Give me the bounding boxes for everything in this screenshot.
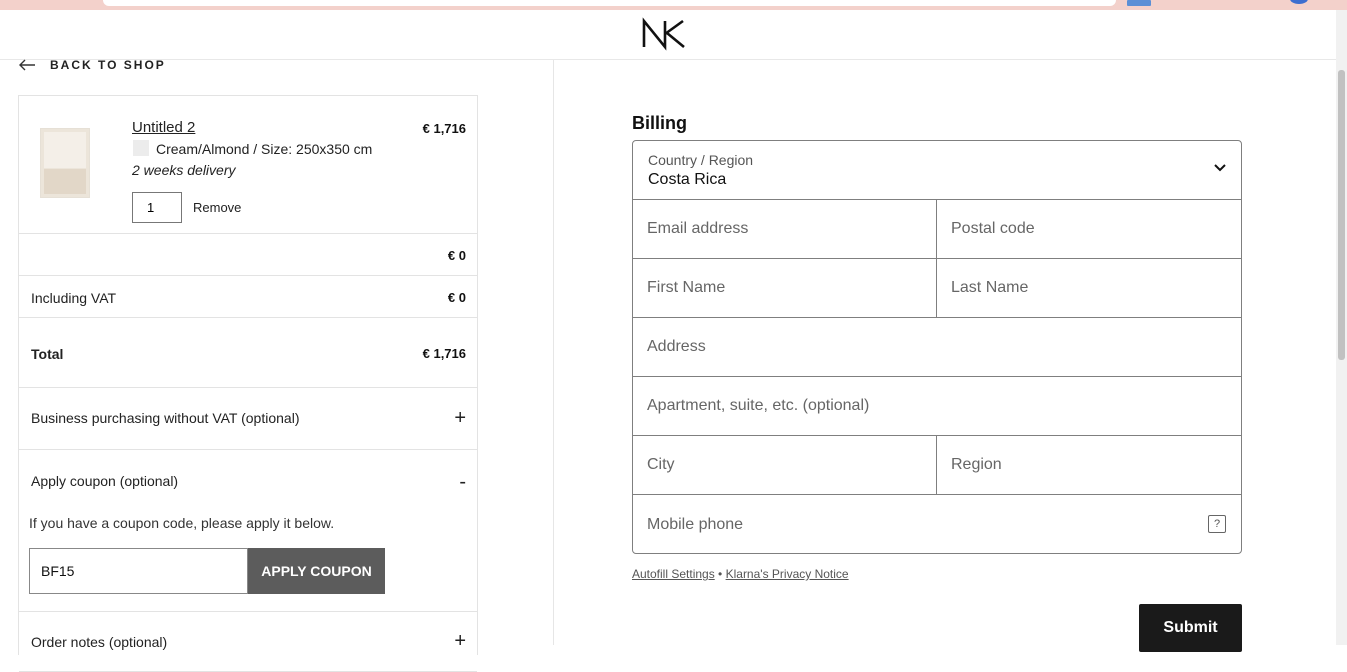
form-footer-links: Autofill Settings • Klarna's Privacy Not… xyxy=(632,567,849,581)
mobile-phone-field[interactable] xyxy=(633,495,1241,553)
vat-label: Including VAT xyxy=(31,290,117,306)
autofill-settings-link[interactable]: Autofill Settings xyxy=(632,567,715,581)
postal-code-field[interactable] xyxy=(937,200,1241,258)
mobile-phone-cell: ? xyxy=(633,495,1241,553)
last-name-field[interactable] xyxy=(937,259,1241,317)
shipping-row: € 0 xyxy=(19,234,477,276)
address-field[interactable] xyxy=(633,318,1241,376)
browser-toolbar xyxy=(0,0,1347,10)
privacy-notice-link[interactable]: Klarna's Privacy Notice xyxy=(726,567,849,581)
billing-title: Billing xyxy=(632,113,687,133)
total-value: € 1,716 xyxy=(422,346,466,361)
business-vat-accordion[interactable]: Business purchasing without VAT (optiona… xyxy=(19,388,477,450)
first-name-field[interactable] xyxy=(633,259,936,317)
apply-coupon-button[interactable]: APPLY COUPON xyxy=(248,548,385,594)
city-cell xyxy=(633,436,937,495)
address-bar[interactable] xyxy=(103,0,1116,6)
color-swatch xyxy=(133,140,149,156)
new-badge xyxy=(1127,0,1151,6)
email-field[interactable] xyxy=(633,200,936,258)
billing-form: Country / Region Costa Rica ? xyxy=(632,140,1242,554)
cart-item: Untitled 2 € 1,716 Cream/Almond / Size: … xyxy=(19,96,477,234)
quantity-input[interactable] xyxy=(132,192,182,223)
back-to-shop-label: BACK TO SHOP xyxy=(50,58,166,72)
coupon-input[interactable] xyxy=(29,548,248,594)
order-summary: Untitled 2 € 1,716 Cream/Almond / Size: … xyxy=(18,95,478,672)
country-select[interactable]: Country / Region Costa Rica xyxy=(633,141,1241,200)
arrow-left-icon xyxy=(19,59,35,71)
email-field-cell xyxy=(633,200,937,259)
address-cell xyxy=(633,318,1241,377)
apartment-cell xyxy=(633,377,1241,436)
country-value: Costa Rica xyxy=(648,171,727,188)
coupon-accordion: Apply coupon (optional) - If you have a … xyxy=(19,450,477,612)
product-thumbnail[interactable] xyxy=(40,128,90,198)
column-divider xyxy=(553,60,554,645)
total-row: Total € 1,716 xyxy=(19,318,477,388)
coupon-label[interactable]: Apply coupon (optional) xyxy=(31,473,178,489)
coupon-help-text: If you have a coupon code, please apply … xyxy=(29,515,335,531)
help-icon[interactable]: ? xyxy=(1208,515,1226,533)
remove-item-button[interactable]: Remove xyxy=(193,200,241,215)
nk-logo[interactable] xyxy=(641,17,687,51)
product-title-link[interactable]: Untitled 2 xyxy=(132,119,195,136)
vat-row: Including VAT € 0 xyxy=(19,276,477,318)
business-vat-label: Business purchasing without VAT (optiona… xyxy=(31,410,300,426)
site-header xyxy=(0,10,1336,60)
chevron-down-icon xyxy=(1214,164,1226,172)
scrollbar-thumb[interactable] xyxy=(1338,70,1345,360)
region-cell xyxy=(937,436,1241,495)
product-variant: Cream/Almond / Size: 250x350 cm xyxy=(156,141,373,157)
plus-icon[interactable]: + xyxy=(454,630,466,653)
order-notes-accordion[interactable]: Order notes (optional) + xyxy=(19,612,477,672)
minus-icon[interactable]: - xyxy=(459,471,466,494)
back-to-shop-link[interactable]: BACK TO SHOP xyxy=(18,58,166,72)
order-notes-label: Order notes (optional) xyxy=(31,634,168,650)
city-field[interactable] xyxy=(633,436,936,494)
page-scrollbar[interactable] xyxy=(1336,10,1347,645)
total-label: Total xyxy=(31,346,64,362)
vat-value: € 0 xyxy=(447,290,466,305)
last-name-cell xyxy=(937,259,1241,318)
shipping-value: € 0 xyxy=(447,248,466,263)
country-caption: Country / Region xyxy=(648,152,754,168)
apartment-field[interactable] xyxy=(633,377,1241,435)
first-name-cell xyxy=(633,259,937,318)
plus-icon[interactable]: + xyxy=(454,407,466,430)
delivery-time: 2 weeks delivery xyxy=(132,162,236,178)
link-separator: • xyxy=(714,567,726,581)
postal-code-cell xyxy=(937,200,1241,259)
region-field[interactable] xyxy=(937,436,1241,494)
profile-icon[interactable] xyxy=(1290,0,1308,4)
product-price: € 1,716 xyxy=(422,121,466,136)
